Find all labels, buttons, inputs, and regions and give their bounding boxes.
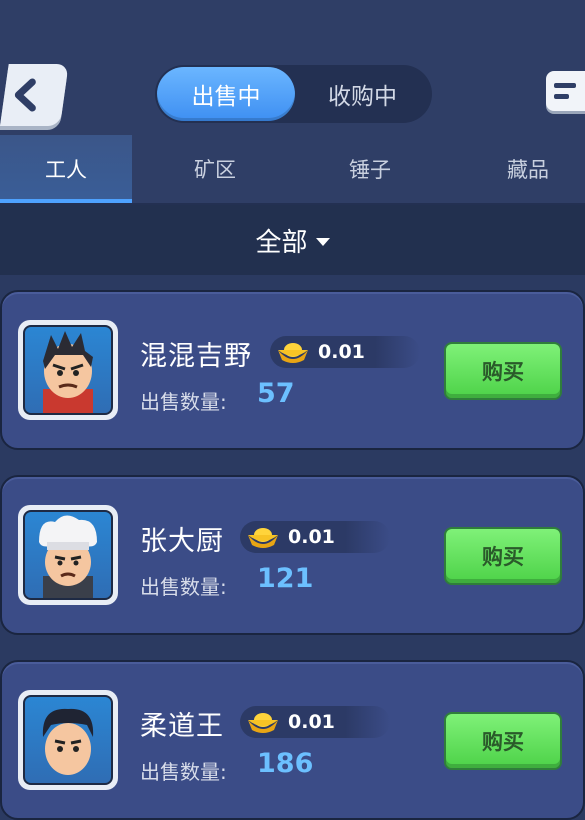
listing-name: 张大厨 — [140, 526, 224, 557]
avatar — [18, 505, 118, 605]
price-pill: 0.01 — [270, 336, 420, 368]
buying-tab[interactable]: 收购中 — [295, 67, 430, 121]
qty-label: 出售数量: — [140, 760, 227, 784]
buy-button[interactable]: 购买 — [444, 342, 562, 400]
gold-ingot-icon — [248, 713, 278, 733]
avatar — [18, 690, 118, 790]
caret-down-icon — [315, 238, 330, 246]
price-value: 0.01 — [288, 711, 335, 733]
judo-worker-portrait — [23, 695, 113, 785]
gold-ingot-icon — [248, 528, 278, 548]
qty-value: 57 — [257, 378, 295, 409]
qty-value: 186 — [257, 748, 314, 779]
listing-card: 张大厨 0.01 出售数量: 121 购买 — [0, 475, 585, 635]
listing-card: 柔道王 0.01 出售数量: 186 购买 — [0, 660, 585, 820]
menu-button[interactable] — [546, 71, 585, 111]
listing-name: 混混吉野 — [140, 341, 252, 372]
category-tabs: 工人 矿区 锤子 藏品 — [0, 135, 585, 203]
trade-mode-toggle: 出售中 收购中 — [155, 65, 432, 123]
chevron-left-icon — [14, 78, 36, 112]
qty-label: 出售数量: — [140, 575, 227, 599]
buy-button[interactable]: 购买 — [444, 527, 562, 585]
listing-name: 柔道王 — [140, 711, 224, 742]
thug-worker-portrait — [23, 325, 113, 415]
qty-label: 出售数量: — [140, 390, 227, 414]
price-pill: 0.01 — [240, 521, 390, 553]
buy-button[interactable]: 购买 — [444, 712, 562, 770]
price-value: 0.01 — [318, 341, 365, 363]
tab-mines[interactable]: 矿区 — [145, 135, 285, 203]
price-pill: 0.01 — [240, 706, 390, 738]
price-value: 0.01 — [288, 526, 335, 548]
listing-card: 混混吉野 0.01 出售数量: 57 购买 — [0, 290, 585, 450]
top-bar: 出售中 收购中 — [0, 0, 585, 135]
gold-ingot-icon — [278, 343, 308, 363]
chef-worker-portrait — [23, 510, 113, 600]
menu-list-icon — [554, 83, 576, 88]
tab-hammers[interactable]: 锤子 — [300, 135, 440, 203]
avatar — [18, 320, 118, 420]
back-button[interactable] — [0, 64, 69, 126]
tab-workers[interactable]: 工人 — [0, 135, 132, 203]
qty-value: 121 — [257, 563, 314, 594]
tab-collectibles[interactable]: 藏品 — [458, 135, 585, 203]
filter-label: 全部 — [255, 227, 308, 258]
filter-dropdown[interactable]: 全部 — [0, 205, 585, 275]
menu-list-icon-line — [554, 94, 569, 99]
selling-tab[interactable]: 出售中 — [157, 67, 295, 121]
